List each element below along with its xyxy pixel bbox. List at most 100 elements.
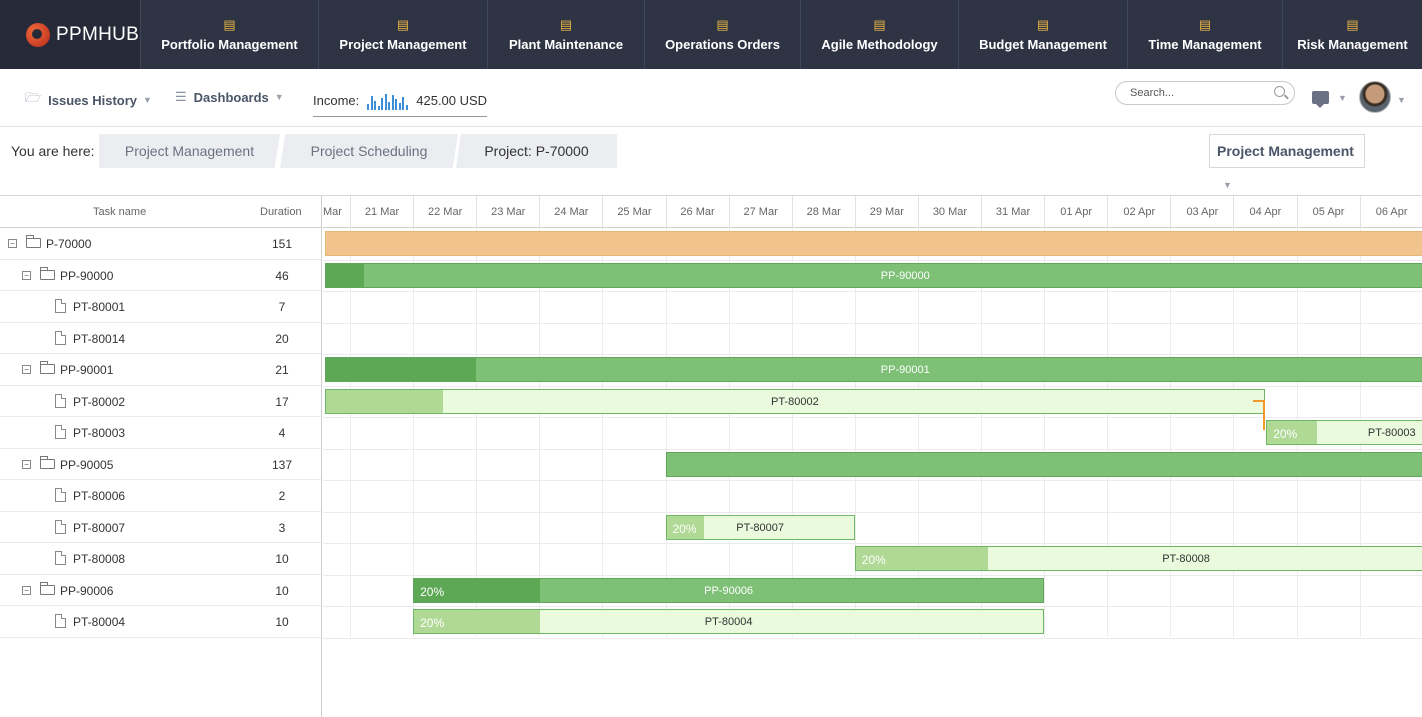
bar-label: PP-90006	[414, 579, 1043, 603]
table-row[interactable]: −PP-9000121	[0, 354, 321, 386]
top-nav: PPMHUB ▤Portfolio Management▤Project Man…	[0, 0, 1422, 69]
date-cell: 04 Apr	[1233, 196, 1296, 228]
nav-item-2[interactable]: ▤Plant Maintenance	[487, 0, 644, 69]
table-row[interactable]: − PP-90006 10	[0, 575, 321, 607]
table-row[interactable]: − PP-90000 46	[0, 260, 321, 292]
risk-icon: ▤	[1346, 17, 1358, 33]
table-row[interactable]: PT-800017	[0, 291, 321, 323]
row-gridline	[323, 260, 1422, 261]
gantt-bar[interactable]: PT-80002	[325, 389, 1265, 414]
column-task-name[interactable]: Task name	[93, 206, 146, 218]
file-icon	[55, 520, 66, 534]
crumb-project[interactable]: Project: P-70000	[456, 134, 617, 168]
collapse-toggle-icon[interactable]: −	[22, 365, 31, 374]
table-row[interactable]: PT-8001420	[0, 323, 321, 355]
task-name: PP-90000	[60, 269, 113, 283]
table-row[interactable]: PT-800062	[0, 480, 321, 512]
task-duration: 46	[262, 269, 302, 283]
chat-icon[interactable]	[1312, 91, 1329, 104]
nav-label: Budget Management	[979, 37, 1107, 52]
date-cell: 05 Apr	[1297, 196, 1360, 228]
table-row[interactable]: PT-8000810	[0, 543, 321, 575]
toolbar: 🗁 Issues History ▼ ☰ Dashboards ▼ Income…	[0, 69, 1422, 127]
nav-item-0[interactable]: ▤Portfolio Management	[140, 0, 318, 69]
task-duration: 2	[262, 489, 302, 503]
table-row[interactable]: PT-800073	[0, 512, 321, 544]
column-duration[interactable]: Duration	[260, 206, 302, 218]
brand[interactable]: PPMHUB	[0, 0, 140, 69]
module-select[interactable]: Project Management ▼	[1209, 134, 1365, 168]
dependency-link[interactable]	[1253, 400, 1265, 430]
gantt-bar[interactable]: PP-9000620%	[413, 578, 1044, 603]
task-name: PT-80002	[73, 395, 125, 409]
nav-item-4[interactable]: ▤Agile Methodology	[800, 0, 958, 69]
row-gridline	[323, 575, 1422, 576]
task-name: PP-90006	[60, 584, 113, 598]
task-duration: 151	[262, 237, 302, 251]
chevron-down-icon[interactable]: ▼	[1397, 95, 1406, 105]
chevron-down-icon[interactable]: ▼	[1338, 93, 1347, 103]
gantt-bar[interactable]	[325, 231, 1422, 256]
day-gridline	[729, 228, 730, 637]
nav-item-6[interactable]: ▤Time Management	[1127, 0, 1282, 69]
budget-icon: ▤	[1037, 17, 1049, 33]
collapse-toggle-icon[interactable]: −	[22, 586, 31, 595]
bar-label: PT-80002	[326, 390, 1264, 414]
day-gridline	[350, 228, 351, 637]
collapse-toggle-icon[interactable]: −	[8, 239, 17, 248]
folder-icon	[40, 459, 55, 469]
dashboards-menu[interactable]: ☰ Dashboards ▼	[175, 89, 284, 105]
issues-history-menu[interactable]: 🗁 Issues History ▼	[25, 89, 152, 111]
crumb-project-management[interactable]: Project Management	[99, 134, 280, 168]
bar-label: PP-90001	[326, 358, 1422, 382]
table-row[interactable]: PT-800034	[0, 417, 321, 449]
gantt-bar[interactable]: PP-90001	[325, 357, 1422, 382]
row-gridline	[323, 543, 1422, 544]
progress-percent: 20%	[420, 579, 444, 603]
gantt-bar[interactable]: PT-8000320%	[1266, 420, 1422, 445]
gantt-bar[interactable]: PP-90000	[325, 263, 1422, 288]
task-duration: 10	[262, 615, 302, 629]
nav-item-3[interactable]: ▤Operations Orders	[644, 0, 800, 69]
collapse-toggle-icon[interactable]: −	[22, 271, 31, 280]
task-duration: 20	[262, 332, 302, 346]
date-cell: 02 Apr	[1107, 196, 1170, 228]
day-gridline	[981, 228, 982, 637]
date-cell: 29 Mar	[855, 196, 918, 228]
task-name: P-70000	[46, 237, 91, 251]
row-gridline	[323, 291, 1422, 292]
task-name: PT-80008	[73, 552, 125, 566]
day-gridline	[476, 228, 477, 637]
table-row[interactable]: PT-8000217	[0, 386, 321, 418]
row-gridline	[323, 512, 1422, 513]
nav-item-7[interactable]: ▤Risk Management	[1282, 0, 1422, 69]
progress-percent: 20%	[673, 516, 697, 540]
collapse-toggle-icon[interactable]: −	[22, 460, 31, 469]
chevron-down-icon: ▼	[275, 92, 284, 102]
gantt-bar[interactable]: PT-8000720%	[666, 515, 855, 540]
file-icon	[55, 425, 66, 439]
table-row[interactable]: PT-8000410	[0, 606, 321, 638]
nav-item-5[interactable]: ▤ Budget Management	[958, 0, 1127, 69]
task-grid: Task name Duration − P-70000 151 − PP-90000 4…	[0, 196, 322, 717]
grid-header: Task name Duration	[0, 196, 321, 228]
crumb-project-scheduling[interactable]: Project Scheduling	[280, 134, 458, 168]
gantt-bar[interactable]	[666, 452, 1422, 477]
income-widget[interactable]: Income: 425.00 USD	[313, 87, 487, 117]
folder-icon	[40, 270, 55, 280]
gantt-bar[interactable]: PT-8000820%	[855, 546, 1422, 571]
search-icon[interactable]	[1274, 86, 1285, 97]
date-cell: 21 Mar	[350, 196, 413, 228]
nav-item-1[interactable]: ▤Project Management	[318, 0, 487, 69]
table-row[interactable]: − P-70000 151	[0, 228, 321, 260]
date-cell: 30 Mar	[918, 196, 981, 228]
gantt-bar[interactable]: PT-8000420%	[413, 609, 1044, 634]
file-icon	[55, 488, 66, 502]
project-icon: ▤	[397, 17, 409, 33]
table-row[interactable]: −PP-90005137	[0, 449, 321, 481]
task-duration: 10	[262, 584, 302, 598]
file-icon	[55, 331, 66, 345]
search-input[interactable]: Search...	[1115, 81, 1295, 105]
task-name: PT-80003	[73, 426, 125, 440]
avatar[interactable]	[1359, 81, 1391, 113]
